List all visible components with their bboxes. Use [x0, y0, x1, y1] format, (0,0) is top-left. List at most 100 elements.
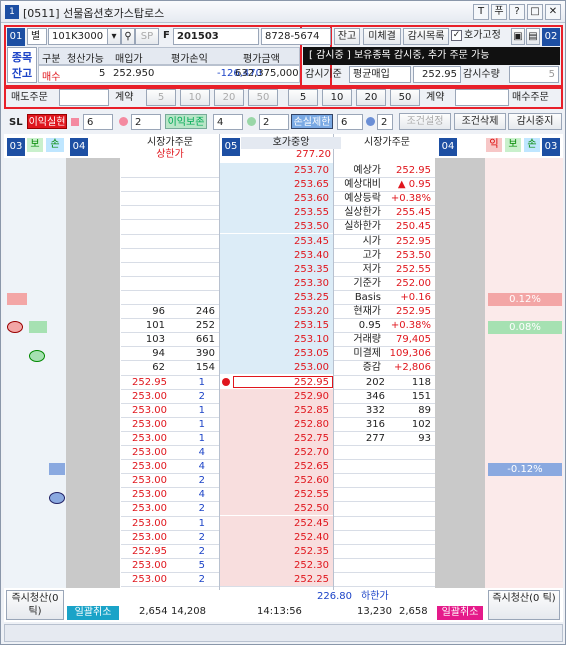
- watch-price-input[interactable]: 252.95: [413, 66, 461, 83]
- right-watch-col[interactable]: [485, 158, 563, 588]
- my-order-price[interactable]: 253.00: [123, 516, 167, 531]
- code-input[interactable]: 101K3000: [48, 28, 108, 45]
- price-level[interactable]: 253.25: [237, 290, 329, 305]
- my-order-price[interactable]: 253.00: [123, 487, 167, 502]
- account-select[interactable]: 8728-5674: [261, 28, 331, 45]
- price-level[interactable]: 252.30: [237, 558, 329, 573]
- profit-circle-icon[interactable]: [7, 321, 23, 333]
- my-order-price[interactable]: 253.00: [123, 473, 167, 488]
- tab-protect-left[interactable]: 보: [27, 138, 43, 152]
- left-watch-col[interactable]: [4, 158, 66, 588]
- my-order-qty[interactable]: 4: [171, 459, 205, 474]
- my-order-qty[interactable]: 1: [171, 431, 205, 446]
- buy-qty-10[interactable]: 10: [322, 89, 352, 106]
- my-order-qty[interactable]: 2: [171, 473, 205, 488]
- buy-qty-50[interactable]: 50: [390, 89, 420, 106]
- left-stop-col[interactable]: [66, 158, 120, 588]
- my-order-qty[interactable]: 2: [171, 544, 205, 559]
- my-order-price[interactable]: 253.00: [123, 572, 167, 587]
- my-order-price[interactable]: 253.00: [123, 445, 167, 460]
- price-level[interactable]: 252.25: [237, 572, 329, 587]
- my-order-qty[interactable]: 1: [171, 516, 205, 531]
- price-level[interactable]: 253.30: [237, 276, 329, 291]
- price-level[interactable]: 253.10: [237, 332, 329, 347]
- fix-button[interactable]: 푸: [491, 4, 507, 20]
- tab-loss-right[interactable]: 손: [524, 138, 540, 152]
- my-order-price[interactable]: 253.00: [123, 530, 167, 545]
- price-level[interactable]: 253.20: [237, 304, 329, 319]
- price-level[interactable]: 253.70: [237, 163, 329, 178]
- loss-qty-input[interactable]: 6: [337, 114, 363, 130]
- cancel-all-right-button[interactable]: 일괄취소: [437, 606, 483, 620]
- price-level[interactable]: 253.60: [237, 191, 329, 206]
- buy-qty-input[interactable]: [455, 89, 509, 106]
- unfilled-button[interactable]: 미체결: [363, 28, 401, 45]
- price-level[interactable]: 253.55: [237, 205, 329, 220]
- pct-profit[interactable]: 0.12%: [488, 293, 562, 306]
- hdr-market-order-left[interactable]: 시장가주문: [121, 137, 219, 149]
- my-order-price[interactable]: 253.00: [123, 459, 167, 474]
- my-order-qty[interactable]: 2: [171, 572, 205, 587]
- sell-qty-10[interactable]: 10: [180, 89, 210, 106]
- sell-qty-input[interactable]: [59, 89, 109, 106]
- price-level[interactable]: 253.65: [237, 177, 329, 192]
- layout-icon[interactable]: ▤: [526, 28, 540, 45]
- sell-qty-5[interactable]: 5: [146, 89, 176, 106]
- stop-loss-button[interactable]: 손실제한: [291, 114, 333, 129]
- price-level[interactable]: 253.45: [237, 234, 329, 249]
- price-level[interactable]: 252.65: [237, 459, 329, 474]
- mode-select[interactable]: 별: [27, 28, 47, 45]
- cond-delete-button[interactable]: 조건삭제: [454, 113, 506, 130]
- my-order-qty[interactable]: 2: [171, 530, 205, 545]
- protect-tick-input[interactable]: 2: [259, 114, 289, 130]
- protect-circle-icon[interactable]: [29, 350, 45, 362]
- f-code-input[interactable]: 201503: [173, 28, 259, 45]
- protect-qty-input[interactable]: 4: [213, 114, 243, 130]
- watch-qty-input[interactable]: 5: [509, 66, 559, 83]
- my-order-qty[interactable]: 4: [171, 445, 205, 460]
- close-button[interactable]: ✕: [545, 4, 561, 20]
- right-stop-col[interactable]: [435, 158, 485, 588]
- tab-position[interactable]: 종목잔고: [7, 47, 37, 83]
- tab-protect-right[interactable]: 보: [505, 138, 521, 152]
- price-level[interactable]: 252.95: [237, 375, 329, 390]
- search-icon[interactable]: ⚲: [121, 28, 135, 45]
- sell-qty-20[interactable]: 20: [214, 89, 244, 106]
- instant-close-right-button[interactable]: 즉시청산(0 틱): [488, 590, 560, 620]
- pct-protect[interactable]: 0.08%: [488, 321, 562, 334]
- balance-button[interactable]: 잔고: [334, 28, 360, 45]
- position-row[interactable]: 매수 5 252.950 -126,470 632,375,000: [38, 65, 300, 83]
- price-level[interactable]: 252.75: [237, 431, 329, 446]
- buy-qty-20[interactable]: 20: [356, 89, 386, 106]
- price-level[interactable]: 253.40: [237, 248, 329, 263]
- pin-button[interactable]: T: [473, 4, 489, 20]
- profit-qty-input[interactable]: 6: [83, 114, 113, 130]
- save-icon[interactable]: ▣: [511, 28, 525, 45]
- my-order-price[interactable]: 253.00: [123, 389, 167, 404]
- my-order-qty[interactable]: 5: [171, 558, 205, 573]
- my-order-price[interactable]: 253.00: [123, 403, 167, 418]
- price-level[interactable]: 252.60: [237, 473, 329, 488]
- fix-checkbox[interactable]: ✓: [451, 30, 462, 41]
- instant-close-left-button[interactable]: 즉시청산(0 틱): [6, 590, 64, 620]
- price-level[interactable]: 253.00: [237, 360, 329, 375]
- profit-protect-button[interactable]: 이익보존: [165, 114, 207, 129]
- buy-qty-5[interactable]: 5: [288, 89, 318, 106]
- price-level[interactable]: 253.15: [237, 318, 329, 333]
- price-level[interactable]: 252.35: [237, 544, 329, 559]
- my-order-qty[interactable]: 2: [171, 501, 205, 516]
- watch-base-select[interactable]: 평균매입: [349, 66, 411, 83]
- price-level[interactable]: 252.90: [237, 389, 329, 404]
- my-order-qty[interactable]: 2: [171, 389, 205, 404]
- my-order-price[interactable]: 253.00: [123, 431, 167, 446]
- my-order-price[interactable]: 252.95: [123, 544, 167, 559]
- price-level[interactable]: 252.70: [237, 445, 329, 460]
- my-order-price[interactable]: 253.00: [123, 558, 167, 573]
- price-level[interactable]: 252.80: [237, 417, 329, 432]
- watchlist-button[interactable]: 감시목록: [403, 28, 449, 45]
- tab-profit-right[interactable]: 익: [486, 138, 502, 152]
- code-dropdown-icon[interactable]: ▾: [107, 28, 121, 45]
- price-level[interactable]: 252.40: [237, 530, 329, 545]
- price-level[interactable]: 253.05: [237, 346, 329, 361]
- my-order-price[interactable]: 253.00: [123, 417, 167, 432]
